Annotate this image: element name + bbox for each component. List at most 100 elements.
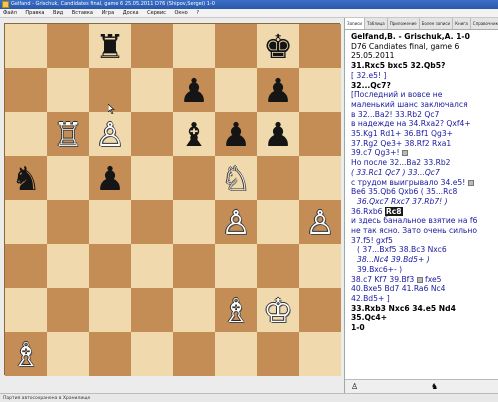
board-square[interactable]: ♝ [173, 112, 215, 156]
menu-game[interactable]: Игра [102, 10, 115, 16]
black-pawn-icon[interactable]: ♟ [263, 74, 293, 107]
menu-help[interactable]: ? [196, 10, 199, 16]
board-square[interactable] [299, 68, 341, 112]
black-bishop-icon[interactable]: ♝ [179, 118, 209, 151]
board-square[interactable] [5, 68, 47, 112]
board-square[interactable] [215, 24, 257, 68]
board-square[interactable] [173, 244, 215, 288]
variation-line[interactable]: Be6 35.Qb6 Qxb6 ( 35...Rc8 [351, 187, 495, 197]
board-square[interactable] [173, 24, 215, 68]
tab-table[interactable]: Таблица [365, 18, 388, 29]
board-square[interactable] [131, 156, 173, 200]
board-square[interactable]: ♟ [173, 68, 215, 112]
board-square[interactable] [89, 332, 131, 376]
white-pawn-icon[interactable]: ♙ [95, 118, 125, 151]
board-square[interactable]: ♚ [257, 24, 299, 68]
tab-notation[interactable]: Записи [345, 18, 366, 29]
variation-line[interactable]: с трудом выигрывало 34.e5! [351, 178, 495, 188]
board-square[interactable] [89, 288, 131, 332]
black-knight-icon[interactable]: ♞ [11, 162, 41, 195]
variation-line[interactable]: Но после 32...Ba2 33.Rb2 [351, 158, 495, 168]
board-square[interactable] [47, 288, 89, 332]
board-square[interactable] [131, 288, 173, 332]
board-square[interactable] [5, 288, 47, 332]
board-square[interactable] [89, 200, 131, 244]
board-square[interactable] [131, 68, 173, 112]
board-square[interactable]: ♗ [215, 288, 257, 332]
board-square[interactable] [299, 332, 341, 376]
black-pawn-icon[interactable]: ♟ [95, 162, 125, 195]
board-square[interactable] [89, 244, 131, 288]
move-line[interactable]: 33.Rxb3 Nxc6 34.e5 Nd4 [351, 304, 495, 314]
board-square[interactable] [215, 68, 257, 112]
board-square[interactable] [5, 200, 47, 244]
board-square[interactable]: ♙ [89, 112, 131, 156]
variation-line[interactable]: 35.Kg1 Rd1+ 36.Bf1 Qg3+ [351, 129, 495, 139]
move-line[interactable]: 31.Rxc5 bxc5 32.Qb5? [351, 61, 495, 71]
board-square[interactable] [173, 288, 215, 332]
variation-line[interactable]: ( 33.Rc1 Qc7 ) 33...Qc7 [351, 168, 495, 178]
menu-tools[interactable]: Сервис [147, 10, 166, 16]
white-rook-icon[interactable]: ♖ [53, 118, 83, 151]
board-square[interactable] [215, 244, 257, 288]
variation-line[interactable]: 37.f5! gxf5 [351, 236, 495, 246]
black-pawn-icon[interactable]: ♟ [221, 118, 251, 151]
board-square[interactable] [299, 244, 341, 288]
board-square[interactable]: ♘ [215, 156, 257, 200]
board-square[interactable] [257, 200, 299, 244]
menu-view[interactable]: Вид [53, 10, 63, 16]
board-square[interactable] [5, 112, 47, 156]
tab-book[interactable]: Книга [453, 18, 471, 29]
board-square[interactable] [131, 112, 173, 156]
board-square[interactable] [131, 244, 173, 288]
variation-line[interactable]: 36.Rxb6 Rc8 [351, 206, 495, 217]
white-pawn-icon[interactable]: ♙ [305, 206, 335, 239]
menu-insert[interactable]: Вставка [72, 10, 93, 16]
board-square[interactable] [5, 24, 47, 68]
variation-line[interactable]: 38.c7 Kf7 39.Bf3 fxe5 [351, 275, 495, 285]
board-square[interactable] [299, 156, 341, 200]
board-square[interactable] [131, 24, 173, 68]
menu-file[interactable]: Файл [3, 10, 17, 16]
black-rook-icon[interactable]: ♜ [95, 30, 125, 63]
board-square[interactable]: ♟ [257, 68, 299, 112]
board-square[interactable] [173, 156, 215, 200]
current-move-highlight[interactable]: Rc8 [384, 206, 403, 216]
board-square[interactable]: ♗ [5, 332, 47, 376]
white-bishop-icon[interactable]: ♗ [11, 338, 41, 371]
variation-line[interactable]: 40.Bxe5 Bd7 41.Ra6 Nc4 [351, 284, 495, 294]
board-square[interactable]: ♟ [89, 156, 131, 200]
black-pawn-icon[interactable]: ♟ [179, 74, 209, 107]
black-king-icon[interactable]: ♚ [263, 30, 293, 63]
board-square[interactable] [173, 200, 215, 244]
board-square[interactable] [47, 68, 89, 112]
board-square[interactable]: ♙ [215, 200, 257, 244]
board-square[interactable] [131, 200, 173, 244]
white-bishop-icon[interactable]: ♗ [221, 294, 251, 327]
black-pawn-icon[interactable]: ♟ [263, 118, 293, 151]
board-square[interactable] [299, 112, 341, 156]
tab-reference[interactable]: Справочник [471, 18, 498, 29]
board-square[interactable] [173, 332, 215, 376]
variation-line[interactable]: ( 37...Bxf5 38.Bc3 Nxc6 [351, 245, 495, 255]
board-square[interactable]: ♔ [257, 288, 299, 332]
menu-edit[interactable]: Правка [25, 10, 44, 16]
board-square[interactable]: ♟ [215, 112, 257, 156]
board-square[interactable] [5, 244, 47, 288]
variation-line[interactable]: 39.c7 Qg3+! [351, 148, 495, 158]
white-king-icon[interactable]: ♔ [263, 294, 293, 327]
black-knight-icon[interactable]: ♞ [431, 383, 439, 391]
variation-line[interactable]: 38...Nc4 39.Bd5+ ) [351, 255, 495, 265]
menu-window[interactable]: Окно [174, 10, 187, 16]
chess-board[interactable]: ♜ ♚ ♟ ♟ ♖ ♙ ♝ ♟ ♟ ♞ ♟ ♘ ♙ ♙ ♗ ♔ ♗ [4, 23, 341, 376]
move-line[interactable]: 32...Qc7? [351, 81, 495, 91]
white-pawn-icon[interactable]: ♙ [221, 206, 251, 239]
board-square[interactable]: ♖ [47, 112, 89, 156]
variation-line[interactable]: 39.Bxc6+- ) [351, 265, 495, 275]
board-square[interactable] [131, 332, 173, 376]
board-square[interactable] [47, 200, 89, 244]
tab-more-games[interactable]: Более записи [420, 18, 454, 29]
white-pawn-icon[interactable]: ♙ [351, 383, 359, 391]
tab-appendix[interactable]: Приложение [388, 18, 420, 29]
board-square[interactable] [299, 288, 341, 332]
